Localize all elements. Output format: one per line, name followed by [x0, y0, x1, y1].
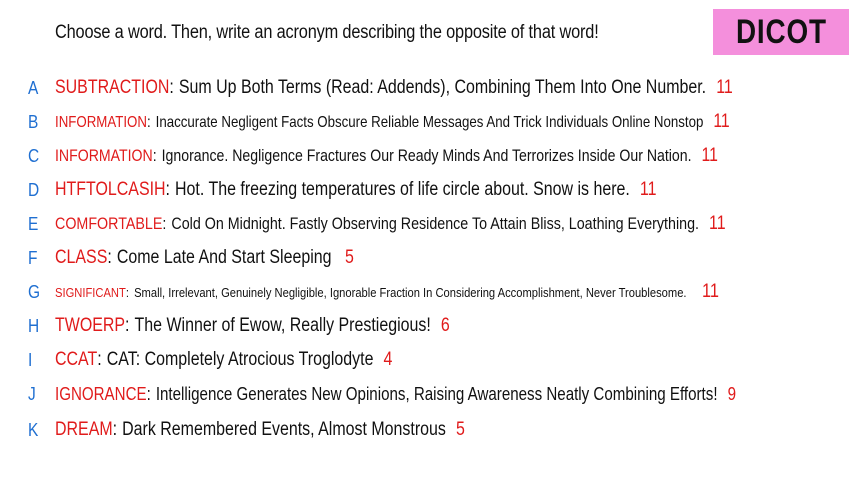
entry-acronym: Ignorance. Negligence Fractures Our Read… [161, 146, 692, 165]
entry-content: HTFTOLCASIH: Hot. The freezing temperatu… [55, 179, 656, 201]
entry-colon: : [169, 77, 174, 98]
entry-word: SIGNIFICANT [55, 285, 126, 300]
entry-word: DREAM [55, 419, 113, 440]
entry-score: 5 [455, 419, 465, 440]
entry-content: SUBTRACTION: Sum Up Both Terms (Read: Ad… [55, 77, 733, 99]
entry-letter: J [28, 383, 36, 404]
entry-word: IGNORANCE [55, 383, 147, 404]
entry-word: CCAT [55, 349, 98, 370]
entry-acronym: Cold On Midnight. Fastly Observing Resid… [171, 214, 699, 233]
entry-word: COMFORTABLE [55, 214, 163, 233]
entry-letter: E [28, 213, 39, 234]
entry-acronym: Intelligence Generates New Opinions, Rai… [155, 383, 718, 404]
instructions-text: Choose a word. Then, write an acronym de… [55, 22, 599, 43]
entry-colon: : [107, 247, 112, 268]
entry-score: 11 [709, 213, 726, 234]
entry-word: INFORMATION [55, 114, 147, 131]
entry-content: INFORMATION: Ignorance. Negligence Fract… [55, 145, 718, 167]
entry-word: HTFTOLCASIH [55, 179, 166, 200]
entry-letter: A [28, 77, 39, 98]
entry-word: CLASS [55, 247, 108, 268]
entry-colon: : [146, 114, 151, 131]
logo-text: DICOT [735, 12, 827, 51]
entry-score: 9 [727, 383, 737, 404]
entry-score: 11 [702, 281, 719, 302]
entry-colon: : [112, 419, 118, 440]
entry-acronym: Small, Irrelevant, Genuinely Negligible,… [134, 285, 687, 300]
entry-word: INFORMATION [55, 146, 153, 165]
entry-score: 11 [701, 145, 718, 166]
entry-acronym: Sum Up Both Terms (Read: Addends), Combi… [178, 77, 707, 98]
entry-acronym: CAT: Completely Atrocious Troglodyte [106, 349, 374, 370]
entry-content: COMFORTABLE: Cold On Midnight. Fastly Ob… [55, 213, 726, 235]
entry-letter: B [28, 111, 39, 132]
entry-colon: : [125, 315, 130, 336]
entry-content: INFORMATION: Inaccurate Negligent Facts … [55, 111, 730, 133]
entry-content: DREAM: Dark Remembered Events, Almost Mo… [55, 419, 465, 441]
entry-content: TWOERP: The Winner of Ewow, Really Prest… [55, 315, 450, 337]
entry-letter: K [28, 419, 39, 440]
entry-score: 5 [344, 247, 354, 268]
entry-colon: : [146, 383, 151, 404]
entry-letter: D [28, 179, 40, 200]
entry-letter: C [28, 145, 40, 166]
entry-letter: H [28, 315, 40, 336]
entry-acronym: Dark Remembered Events, Almost Monstrous [122, 419, 446, 440]
game-logo: DICOT [713, 9, 849, 55]
entry-colon: : [97, 349, 102, 370]
entry-letter: F [28, 247, 38, 268]
entry-word: TWOERP [55, 315, 126, 336]
entry-letter: G [28, 281, 41, 302]
entry-colon: : [162, 214, 167, 233]
entry-word: SUBTRACTION [55, 77, 170, 98]
entry-colon: : [125, 285, 129, 300]
entry-acronym: The Winner of Ewow, Really Prestiegious! [134, 315, 431, 336]
entry-content: SIGNIFICANT: Small, Irrelevant, Genuinel… [55, 281, 719, 303]
entry-score: 11 [713, 111, 730, 132]
entry-colon: : [165, 179, 170, 200]
entry-content: CLASS: Come Late And Start Sleeping 5 [55, 247, 354, 269]
entry-acronym: Hot. The freezing temperatures of life c… [175, 179, 630, 200]
entry-letter: I [28, 349, 33, 370]
entry-score: 4 [383, 349, 393, 370]
entry-score: 11 [716, 77, 733, 98]
entry-score: 11 [639, 179, 657, 200]
entry-acronym: Inaccurate Negligent Facts Obscure Relia… [155, 114, 704, 131]
entry-score: 6 [440, 315, 450, 336]
entry-content: IGNORANCE: Intelligence Generates New Op… [55, 384, 736, 405]
entry-colon: : [152, 146, 157, 165]
entry-acronym: Come Late And Start Sleeping [116, 247, 332, 268]
entry-content: CCAT: CAT: Completely Atrocious Troglody… [55, 349, 392, 371]
